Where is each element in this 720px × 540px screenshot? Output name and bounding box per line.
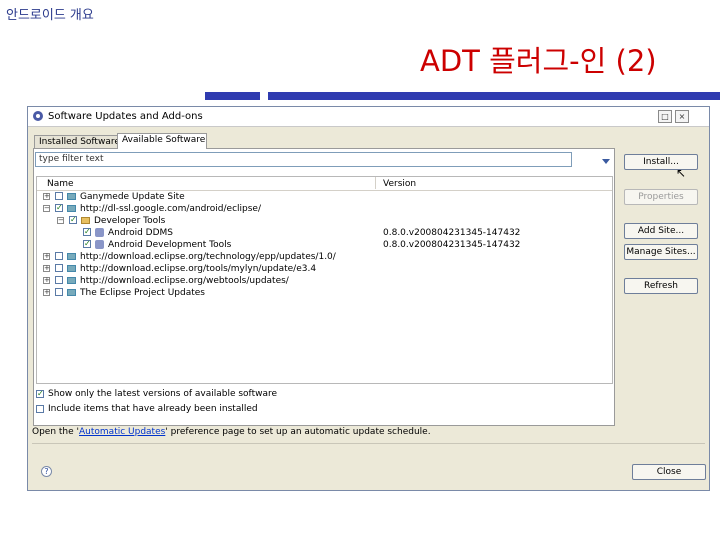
row-checkbox[interactable]: ✓ <box>69 216 77 224</box>
add-site-button[interactable]: Add Site... <box>624 223 698 239</box>
column-header-name[interactable]: Name <box>47 179 74 189</box>
tab-installed-software[interactable]: Installed Software <box>34 135 120 149</box>
manage-sites-button[interactable]: Manage Sites... <box>624 244 698 260</box>
tree-row[interactable]: + http://download.eclipse.org/technology… <box>37 251 612 263</box>
close-window-button[interactable]: × <box>675 110 689 123</box>
preference-prefix: Open the ' <box>32 427 80 437</box>
tree-row[interactable]: + http://download.eclipse.org/tools/myly… <box>37 263 612 275</box>
row-version: 0.8.0.v200804231345-147432 <box>383 228 521 238</box>
update-site-icon <box>67 265 76 272</box>
decorative-bar-long <box>268 92 720 100</box>
tree-row[interactable]: + http://download.eclipse.org/webtools/u… <box>37 275 612 287</box>
maximize-button[interactable]: □ <box>658 110 672 123</box>
feature-plugin-icon <box>95 240 104 249</box>
footer-separator <box>32 443 705 444</box>
preference-suffix: ' preference page to set up an automatic… <box>165 427 431 437</box>
properties-button[interactable]: Properties <box>624 189 698 205</box>
tree-row[interactable]: ✓ Android Development Tools 0.8.0.v20080… <box>37 239 612 251</box>
refresh-button[interactable]: Refresh <box>624 278 698 294</box>
tree-row[interactable]: + The Eclipse Project Updates <box>37 287 612 299</box>
tree-row[interactable]: + Ganymede Update Site <box>37 191 612 203</box>
collapse-icon[interactable]: − <box>57 217 64 224</box>
filter-dropdown-arrow-icon[interactable] <box>602 159 610 164</box>
mouse-cursor-icon: ↖ <box>676 166 687 180</box>
filter-input[interactable]: type filter text <box>35 152 572 167</box>
decorative-bar-short <box>205 92 260 100</box>
close-button[interactable]: Close <box>632 464 706 480</box>
software-updates-window: Software Updates and Add-ons □ × Install… <box>27 106 710 491</box>
row-label: Ganymede Update Site <box>80 192 185 202</box>
automatic-updates-link[interactable]: Automatic Updates <box>79 427 165 437</box>
window-title: Software Updates and Add-ons <box>48 111 203 122</box>
update-site-icon <box>67 253 76 260</box>
row-checkbox[interactable]: ✓ <box>83 228 91 236</box>
row-label: http://download.eclipse.org/webtools/upd… <box>80 276 289 286</box>
row-checkbox[interactable]: ✓ <box>55 204 63 212</box>
row-label: http://dl-ssl.google.com/android/eclipse… <box>80 204 262 214</box>
update-site-icon <box>67 277 76 284</box>
collapse-icon[interactable]: − <box>43 205 50 212</box>
tree-row[interactable]: ✓ Android DDMS 0.8.0.v200804231345-14743… <box>37 227 612 239</box>
latest-versions-checkbox[interactable]: ✓ <box>36 390 44 398</box>
update-site-icon <box>67 289 76 296</box>
eclipse-icon <box>33 111 43 121</box>
tab-available-software[interactable]: Available Software <box>117 133 207 149</box>
column-header-version[interactable]: Version <box>383 179 416 189</box>
software-tree: Name Version + Ganymede Update Site − ✓ … <box>36 176 613 384</box>
expand-icon[interactable]: + <box>43 289 50 296</box>
install-button[interactable]: Install... <box>624 154 698 170</box>
expand-icon[interactable]: + <box>43 193 50 200</box>
expand-icon[interactable]: + <box>43 265 50 272</box>
row-label: http://download.eclipse.org/tools/mylyn/… <box>80 264 317 274</box>
row-version: 0.8.0.v200804231345-147432 <box>383 240 521 250</box>
tree-header: Name Version <box>37 177 612 191</box>
category-folder-icon <box>81 217 90 224</box>
row-checkbox[interactable] <box>55 288 63 296</box>
tree-row[interactable]: − ✓ http://dl-ssl.google.com/android/ecl… <box>37 203 612 215</box>
row-checkbox[interactable] <box>55 276 63 284</box>
include-installed-label: Include items that have already been ins… <box>48 404 258 414</box>
preference-text: Open the 'Automatic Updates' preference … <box>32 427 431 437</box>
row-label: The Eclipse Project Updates <box>80 288 205 298</box>
help-icon[interactable]: ? <box>41 466 52 477</box>
row-label: Android Development Tools <box>108 240 232 250</box>
row-label: http://download.eclipse.org/technology/e… <box>80 252 336 262</box>
feature-plugin-icon <box>95 228 104 237</box>
expand-icon[interactable]: + <box>43 253 50 260</box>
row-checkbox[interactable]: ✓ <box>83 240 91 248</box>
course-title: 안드로이드 개요 <box>6 8 94 23</box>
row-checkbox[interactable] <box>55 252 63 260</box>
row-checkbox[interactable] <box>55 192 63 200</box>
slide-title: ADT 플러그-인 (2) <box>420 44 657 78</box>
include-installed-checkbox[interactable] <box>36 405 44 413</box>
latest-versions-label: Show only the latest versions of availab… <box>48 389 278 399</box>
row-label: Developer Tools <box>94 216 166 226</box>
row-checkbox[interactable] <box>55 264 63 272</box>
update-site-icon <box>67 205 76 212</box>
update-site-icon <box>67 193 76 200</box>
expand-icon[interactable]: + <box>43 277 50 284</box>
tree-row[interactable]: − ✓ Developer Tools <box>37 215 612 227</box>
column-separator <box>375 177 376 189</box>
row-label: Android DDMS <box>108 228 173 238</box>
window-titlebar: Software Updates and Add-ons □ × <box>28 107 709 127</box>
